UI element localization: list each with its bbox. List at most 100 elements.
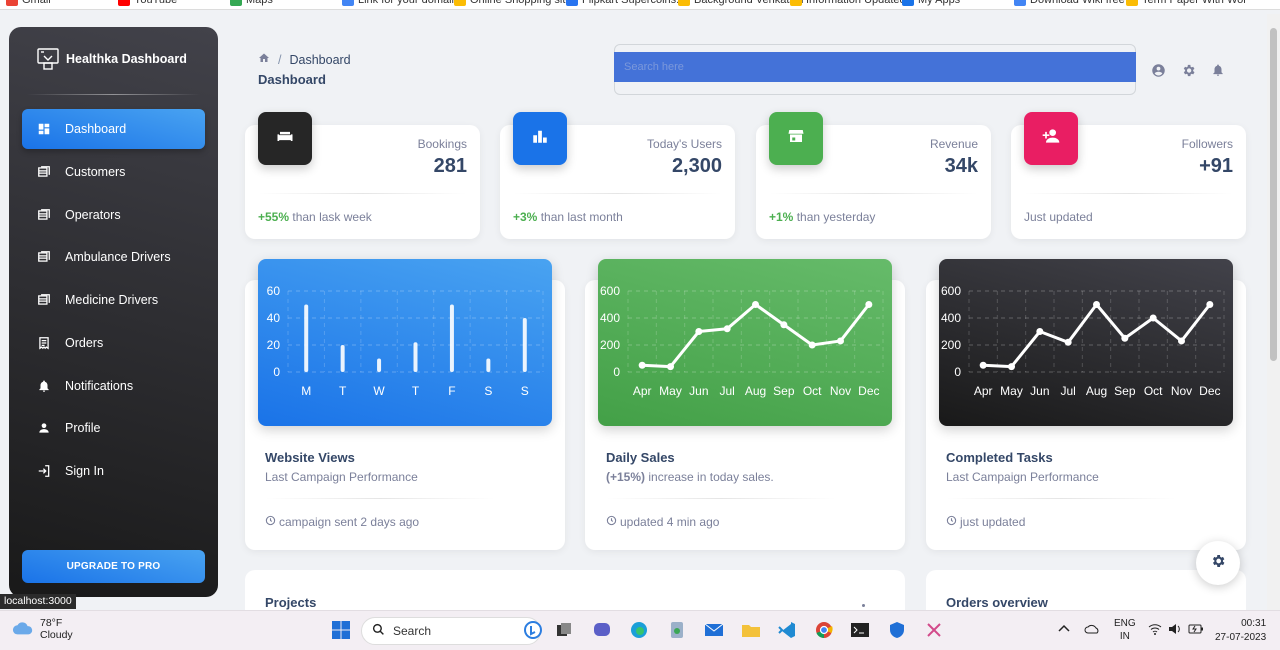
bookmark-item[interactable]: Download Wiki free — [1014, 0, 1125, 6]
bookmark-item[interactable]: Gmail — [6, 0, 51, 6]
bookmark-label: Gmail — [22, 0, 51, 6]
windows-start-icon[interactable] — [330, 619, 352, 641]
person-add-icon — [1041, 126, 1061, 151]
x-tick-label: T — [412, 384, 420, 398]
upgrade-button[interactable]: UPGRADE TO PRO — [22, 550, 205, 583]
bookmark-item[interactable]: Link for your domain — [342, 0, 458, 6]
weekend-icon — [275, 126, 295, 151]
settings-icon — [1210, 553, 1226, 574]
data-point — [752, 301, 759, 308]
y-tick-label: 600 — [941, 284, 961, 298]
task-view-icon[interactable] — [553, 619, 575, 641]
clock-time: 00:31 — [1241, 618, 1267, 629]
wifi-icon[interactable] — [1148, 623, 1162, 638]
stat-value: 281 — [433, 155, 467, 177]
receipt-icon — [36, 335, 52, 351]
brand[interactable]: Healthka Dashboard — [36, 47, 187, 71]
completed-tasks-chart: 0 200 400 600 Apr May Jun Jul Aug Sep Oct Nov Dec — [939, 259, 1233, 426]
y-tick-label: 600 — [600, 284, 620, 298]
battery-icon[interactable] — [1188, 623, 1204, 638]
x-tick-label: S — [484, 384, 492, 398]
bookmark-label: YouTube — [134, 0, 178, 6]
language-indicator[interactable]: ENG IN — [1114, 617, 1136, 643]
stat-value: 34k — [944, 155, 978, 177]
x-tick-label: Nov — [830, 384, 851, 398]
bookmark-item[interactable]: Maps — [230, 0, 273, 6]
data-point — [979, 361, 987, 369]
stat-divider — [258, 193, 467, 194]
weather-widget[interactable]: 78°F Cloudy — [12, 617, 73, 641]
x-tick-label: T — [339, 384, 347, 398]
sidebar-item-medicine-drivers[interactable]: Medicine Drivers — [22, 280, 205, 320]
folder-icon[interactable] — [740, 619, 762, 641]
chrome-icon[interactable] — [813, 619, 835, 641]
more-options-icon[interactable] — [862, 604, 865, 607]
bookmark-label: Term Paper With Wor — [1142, 0, 1247, 6]
file-explorer-search-icon[interactable] — [666, 619, 688, 641]
sidebar-item-sign-in[interactable]: Sign In — [22, 451, 205, 491]
system-clock[interactable]: 00:31 27-07-2023 — [1215, 617, 1266, 645]
stat-badge — [513, 112, 567, 165]
y-tick-label: 400 — [600, 311, 620, 325]
security-shield-icon[interactable] — [886, 619, 908, 641]
y-tick-label: 0 — [954, 365, 961, 379]
mail-icon[interactable] — [703, 619, 725, 641]
stat-footer: +1% than yesterday — [769, 210, 875, 224]
sidebar-item-profile[interactable]: Profile — [22, 408, 205, 448]
bookmark-item[interactable]: My Apps — [902, 0, 960, 6]
card-divider — [265, 498, 495, 499]
bing-icon[interactable] — [522, 619, 544, 641]
bookmark-item[interactable]: Background Venkatsai — [678, 0, 803, 6]
bookmark-favicon-icon — [1014, 0, 1026, 6]
card-footer: updated 4 min ago — [606, 515, 719, 529]
bar — [304, 304, 309, 372]
onedrive-cloud-icon[interactable] — [1084, 624, 1100, 637]
volume-icon[interactable] — [1168, 623, 1182, 638]
notifications-icon[interactable] — [1210, 62, 1226, 78]
vscode-icon[interactable] — [776, 619, 798, 641]
account-circle-icon[interactable] — [1150, 62, 1166, 78]
sidebar-item-label: Medicine Drivers — [65, 293, 159, 307]
sidebar-item-customers[interactable]: Customers — [22, 152, 205, 192]
clock-icon — [946, 515, 957, 529]
x-tick-label: Jun — [689, 384, 708, 398]
edge-icon[interactable] — [628, 619, 650, 641]
bookmark-item[interactable]: Term Paper With Wor — [1126, 0, 1247, 6]
card-title: Completed Tasks — [946, 450, 1053, 465]
y-tick-label: 20 — [267, 338, 281, 352]
sidebar-item-label: Ambulance Drivers — [65, 250, 171, 264]
bar — [377, 358, 382, 372]
x-tick-label: May — [659, 384, 682, 398]
snipping-tool-icon[interactable] — [923, 619, 945, 641]
sidebar-item-ambulance-drivers[interactable]: Ambulance Drivers — [22, 237, 205, 277]
bookmark-favicon-icon — [566, 0, 578, 6]
configurator-button[interactable] — [1196, 541, 1240, 585]
home-icon[interactable] — [258, 52, 270, 67]
bookmark-item[interactable]: Flipkart Supercoins... — [566, 0, 685, 6]
terminal-icon[interactable] — [849, 619, 871, 641]
bookmark-item[interactable]: Online Shopping site — [454, 0, 572, 6]
bookmark-item[interactable]: YouTube — [118, 0, 177, 6]
sales-increase: (+15%) — [606, 470, 646, 484]
card-subtitle: Last Campaign Performance — [946, 470, 1099, 484]
stat-badge — [258, 112, 312, 165]
breadcrumb-current: Dashboard — [289, 52, 351, 67]
page-scrollbar[interactable] — [1267, 14, 1280, 610]
brand-name: Healthka Dashboard — [66, 52, 187, 66]
settings-icon[interactable] — [1180, 62, 1196, 78]
bookmark-label: Online Shopping site — [470, 0, 572, 6]
taskbar-search[interactable]: Search — [361, 617, 541, 645]
search-input[interactable] — [614, 52, 1136, 82]
sidebar-item-orders[interactable]: Orders — [22, 323, 205, 363]
bookmark-item[interactable]: Information Updated — [790, 0, 906, 6]
sidebar-item-label: Profile — [65, 421, 101, 435]
data-point — [780, 321, 788, 329]
scrollbar-thumb[interactable] — [1270, 28, 1277, 361]
chevron-up-icon[interactable] — [1058, 624, 1070, 635]
cloud-icon — [12, 620, 34, 639]
sidebar-item-notifications[interactable]: Notifications — [22, 366, 205, 406]
sidebar-item-operators[interactable]: Operators — [22, 195, 205, 235]
sidebar-item-label: Dashboard — [65, 122, 127, 136]
sidebar-item-dashboard[interactable]: Dashboard — [22, 109, 205, 149]
teams-chat-icon[interactable] — [591, 619, 613, 641]
